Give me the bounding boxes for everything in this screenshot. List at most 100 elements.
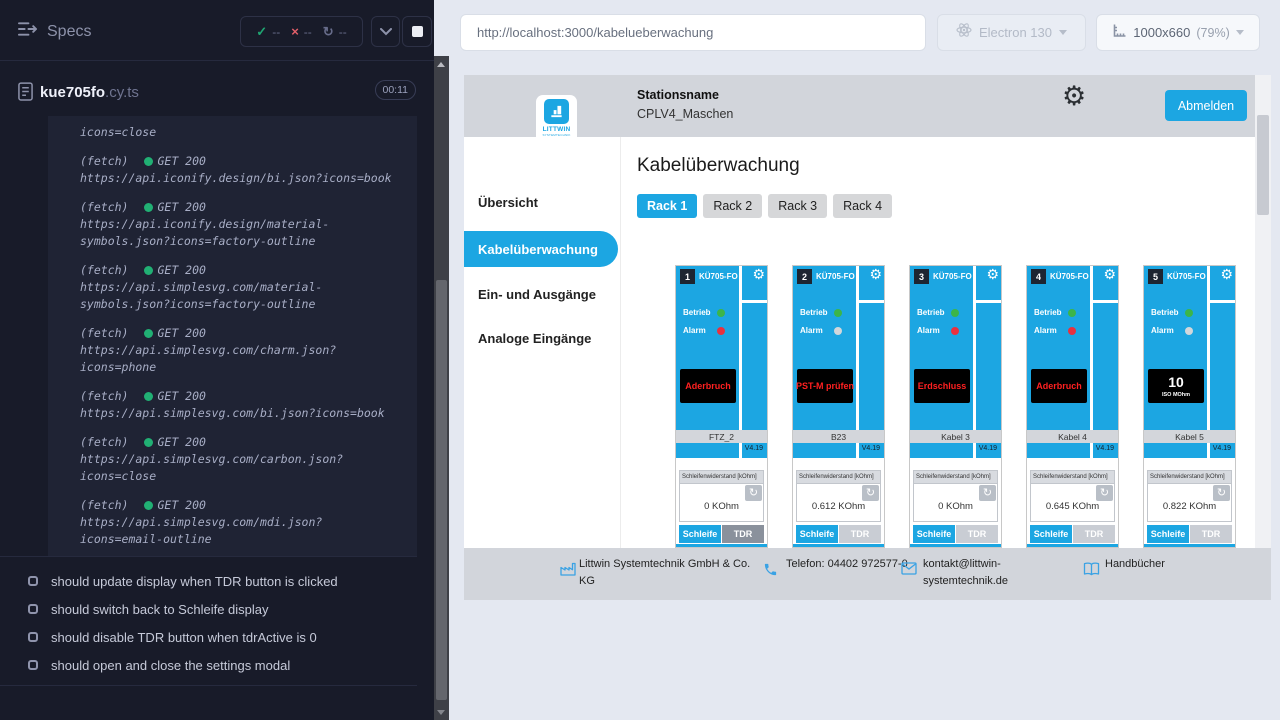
runner-scrollbar[interactable] xyxy=(434,56,449,720)
log-entry[interactable]: (fetch)GET 200 https://api.simplesvg.com… xyxy=(80,262,403,313)
cable-name: Kabel 4 xyxy=(1027,430,1118,443)
station-label: Stationsname xyxy=(637,88,733,102)
log-entry[interactable]: (fetch)GET 200 https://api.simplesvg.com… xyxy=(80,325,403,376)
status-dot xyxy=(144,266,153,275)
device-card-3: 3 KÜ705-FO ⚙ Betrieb Alarm Erdschluss Ka… xyxy=(909,265,1002,548)
spec-header[interactable]: kue705fo.cy.ts 00:11 xyxy=(0,78,434,118)
browser-selector[interactable]: Electron 130 xyxy=(937,14,1086,51)
refresh-button[interactable]: ↻ xyxy=(862,485,879,501)
spec-extension: .cy.ts xyxy=(105,84,139,101)
specs-toggle[interactable]: Specs xyxy=(18,21,91,42)
factory-icon xyxy=(560,562,576,582)
tab-rack-1[interactable]: Rack 1 xyxy=(637,194,697,218)
measurement-panel: Schleifenwiderstand [kOhm] ↻ 0.612 KOhm … xyxy=(793,458,884,544)
cypress-runner-panel: Specs ✓-- ×-- ↻-- kue705fo.cy.ts 00:11 i… xyxy=(0,0,434,720)
divider xyxy=(976,300,1001,303)
spec-file-icon xyxy=(18,82,33,106)
firmware-version: V4.19 xyxy=(745,445,763,452)
test-item[interactable]: should update display when TDR button is… xyxy=(0,567,417,595)
log-entry[interactable]: (fetch)GET 200 https://api.iconify.desig… xyxy=(80,199,403,250)
page-title: Kabelüberwachung xyxy=(637,155,800,177)
status-dot xyxy=(144,438,153,447)
log-entry[interactable]: (fetch)GET 200 https://api.iconify.desig… xyxy=(80,153,403,187)
firmware-version: V4.19 xyxy=(1096,445,1114,452)
scroll-down-icon[interactable] xyxy=(437,710,445,715)
chevron-down-icon xyxy=(1059,30,1067,35)
tdr-button[interactable]: TDR xyxy=(1190,525,1232,543)
device-model: KÜ705-FO xyxy=(699,272,738,281)
footer-phone: Telefon: 04402 972577-0 xyxy=(786,556,908,573)
log-entry[interactable]: icons=close xyxy=(80,124,403,141)
resistance-label: Schleifenwiderstand [kOhm] xyxy=(1031,471,1114,484)
schleife-button[interactable]: Schleife xyxy=(796,525,838,543)
station-name: CPLV4_Maschen xyxy=(637,107,733,121)
display-main: Erdschluss xyxy=(918,381,967,391)
tab-rack-3[interactable]: Rack 3 xyxy=(768,194,827,218)
url-input[interactable] xyxy=(461,25,925,40)
divider xyxy=(0,685,417,686)
log-entry[interactable]: (fetch)GET 200 https://api.simplesvg.com… xyxy=(80,388,403,422)
test-item[interactable]: should open and close the settings modal xyxy=(0,651,417,679)
tdr-button[interactable]: TDR xyxy=(839,525,881,543)
settings-gear-icon[interactable]: ⚙ xyxy=(1062,83,1086,110)
firmware-version: V4.19 xyxy=(1213,445,1231,452)
display-main: 10 xyxy=(1168,374,1184,390)
tdr-button[interactable]: TDR xyxy=(956,525,998,543)
sidebar-item-ein-und-ausgaenge[interactable]: Ein- und Ausgänge xyxy=(478,287,596,302)
email-icon xyxy=(901,562,917,581)
schleife-button[interactable]: Schleife xyxy=(1147,525,1189,543)
display-main: PST-M prüfen xyxy=(796,381,854,391)
footer-manuals[interactable]: Handbücher xyxy=(1105,556,1165,573)
schleife-button[interactable]: Schleife xyxy=(913,525,955,543)
device-settings-icon[interactable]: ⚙ xyxy=(1220,266,1233,283)
scrollbar-thumb[interactable] xyxy=(1257,115,1269,215)
collapse-button[interactable] xyxy=(371,16,400,47)
refresh-button[interactable]: ↻ xyxy=(1096,485,1113,501)
station-info: Stationsname CPLV4_Maschen xyxy=(637,88,733,121)
sidebar-item-analoge-eingaenge[interactable]: Analoge Eingänge xyxy=(478,331,591,346)
tdr-button[interactable]: TDR xyxy=(1073,525,1115,543)
device-settings-icon[interactable]: ⚙ xyxy=(752,266,765,283)
device-settings-icon[interactable]: ⚙ xyxy=(869,266,882,283)
sidebar-item-kabelueberwachung[interactable]: Kabelüberwachung xyxy=(464,231,618,267)
sidebar-item-uebersicht[interactable]: Übersicht xyxy=(478,195,538,210)
scrollbar-thumb[interactable] xyxy=(436,280,447,700)
device-display: Aderbruch xyxy=(680,369,736,403)
stop-button[interactable] xyxy=(402,16,432,47)
refresh-button[interactable]: ↻ xyxy=(1213,485,1230,501)
stat-pending: ↻-- xyxy=(323,24,347,40)
device-display: Erdschluss xyxy=(914,369,970,403)
device-settings-icon[interactable]: ⚙ xyxy=(1103,266,1116,283)
status-dot xyxy=(144,157,153,166)
refresh-button[interactable]: ↻ xyxy=(745,485,762,501)
url-bar[interactable] xyxy=(460,14,926,51)
tab-rack-2[interactable]: Rack 2 xyxy=(703,194,762,218)
display-main: Aderbruch xyxy=(685,381,731,391)
app-scrollbar[interactable] xyxy=(1255,75,1271,548)
app-content: Kabelüberwachung Rack 1 Rack 2 Rack 3 Ra… xyxy=(621,137,1255,548)
log-entry[interactable]: (fetch)GET 200 https://api.simplesvg.com… xyxy=(80,434,403,485)
device-settings-icon[interactable]: ⚙ xyxy=(986,266,999,283)
scroll-up-icon[interactable] xyxy=(437,62,445,67)
log-entry[interactable]: (fetch)GET 200 https://api.simplesvg.com… xyxy=(80,497,403,548)
resistance-label: Schleifenwiderstand [kOhm] xyxy=(797,471,880,484)
firmware-version: V4.19 xyxy=(979,445,997,452)
alarm-led xyxy=(951,327,959,335)
tab-rack-4[interactable]: Rack 4 xyxy=(833,194,892,218)
logout-button[interactable]: Abmelden xyxy=(1165,90,1247,121)
stop-icon xyxy=(412,26,423,37)
refresh-button[interactable]: ↻ xyxy=(979,485,996,501)
alarm-led xyxy=(1068,327,1076,335)
footer-email[interactable]: kontakt@littwin-systemtechnik.de xyxy=(923,556,1033,589)
viewport-selector[interactable]: 1000x660 (79%) xyxy=(1096,14,1260,51)
schleife-button[interactable]: Schleife xyxy=(1030,525,1072,543)
alarm-label: Alarm xyxy=(1034,326,1068,335)
test-item[interactable]: should disable TDR button when tdrActive… xyxy=(0,623,417,651)
rack-tabs: Rack 1 Rack 2 Rack 3 Rack 4 xyxy=(637,194,892,218)
cable-name: Kabel 5 xyxy=(1144,430,1235,443)
alarm-led xyxy=(717,327,725,335)
schleife-button[interactable]: Schleife xyxy=(679,525,721,543)
test-item[interactable]: should switch back to Schleife display xyxy=(0,595,417,623)
divider xyxy=(859,300,884,303)
tdr-button[interactable]: TDR xyxy=(722,525,764,543)
